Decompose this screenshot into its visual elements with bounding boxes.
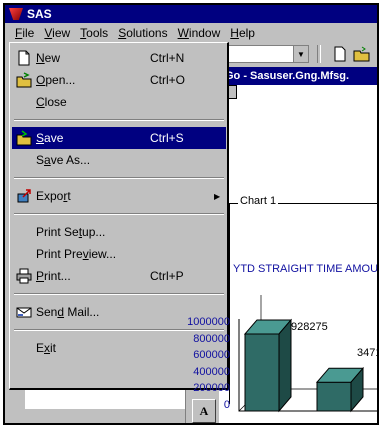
y-tick-label: 1000000 bbox=[187, 316, 230, 328]
app-title: SAS bbox=[27, 7, 52, 21]
menu-item-new[interactable]: New Ctrl+N bbox=[12, 47, 226, 69]
mail-icon bbox=[16, 307, 32, 318]
menu-divider bbox=[14, 329, 224, 331]
command-combo[interactable]: ▼ bbox=[223, 45, 309, 63]
y-tick-label: 800000 bbox=[193, 332, 230, 345]
sas-logo-icon bbox=[9, 8, 23, 20]
menu-item-print-setup[interactable]: Print Setup... bbox=[12, 221, 226, 243]
shortcut-print: Ctrl+P bbox=[150, 269, 184, 283]
menu-divider bbox=[14, 177, 224, 179]
chart-title: YTD STRAIGHT TIME AMOUN bbox=[233, 263, 379, 275]
menu-divider bbox=[14, 119, 224, 121]
menu-item-save-as[interactable]: Save As... bbox=[12, 149, 226, 171]
menu-bar: File View Tools Solutions Window Help bbox=[5, 23, 377, 43]
bar bbox=[315, 366, 365, 413]
new-document-icon[interactable] bbox=[331, 45, 349, 63]
menu-tools[interactable]: Tools bbox=[76, 26, 112, 40]
open-folder-icon[interactable] bbox=[353, 45, 371, 63]
toolbar-separator bbox=[317, 45, 321, 63]
bar-value-label: 3471 bbox=[357, 347, 377, 359]
y-tick-label: 600000 bbox=[193, 349, 230, 362]
printer-icon bbox=[16, 268, 32, 284]
bar-value-label: 928275 bbox=[291, 321, 328, 333]
y-tick-label: 200000 bbox=[193, 382, 230, 395]
menu-view[interactable]: View bbox=[40, 26, 74, 40]
menu-item-print-preview[interactable]: Print Preview... bbox=[12, 243, 226, 265]
export-icon bbox=[17, 189, 31, 203]
menu-divider bbox=[14, 213, 224, 215]
menu-help[interactable]: Help bbox=[226, 26, 259, 40]
new-document-icon bbox=[18, 50, 30, 66]
menu-solutions[interactable]: Solutions bbox=[114, 26, 171, 40]
title-bar[interactable]: SAS bbox=[5, 5, 377, 23]
chevron-down-icon[interactable]: ▼ bbox=[293, 46, 308, 62]
open-folder-icon bbox=[16, 72, 32, 88]
save-icon bbox=[16, 130, 32, 146]
y-tick-label: 400000 bbox=[193, 365, 230, 378]
shortcut-save: Ctrl+S bbox=[150, 131, 184, 145]
document-title: Go - Sasuser.Gng.Mfsg. bbox=[225, 70, 350, 82]
menu-item-close[interactable]: Close bbox=[12, 91, 226, 113]
y-tick-label: 0 bbox=[223, 399, 230, 411]
menu-file[interactable]: File bbox=[11, 26, 38, 40]
menu-divider bbox=[14, 293, 224, 295]
menu-item-open[interactable]: Open... Ctrl+O bbox=[12, 69, 226, 91]
shortcut-open: Ctrl+O bbox=[150, 73, 186, 87]
shortcut-new: Ctrl+N bbox=[150, 51, 185, 65]
menu-item-print[interactable]: Print... Ctrl+P bbox=[12, 265, 226, 287]
menu-item-export[interactable]: Export ▶ bbox=[12, 185, 226, 207]
document-title-bar[interactable]: Go - Sasuser.Gng.Mfsg. bbox=[219, 67, 377, 85]
menu-item-save[interactable]: Save Ctrl+S bbox=[12, 127, 226, 149]
app-window: SAS File View Tools Solutions Window Hel… bbox=[3, 3, 379, 425]
menu-window[interactable]: Window bbox=[174, 26, 225, 40]
bar bbox=[243, 318, 293, 413]
chart-group-label: Chart 1 bbox=[238, 195, 279, 207]
submenu-arrow-icon: ▶ bbox=[214, 191, 221, 201]
